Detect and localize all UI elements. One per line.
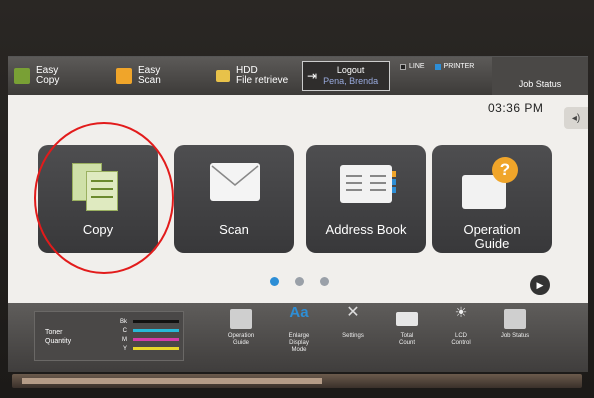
printer-light-icon <box>434 63 441 70</box>
toner-quantity-panel: Toner Quantity Bk C M Y <box>34 311 184 361</box>
toner-bar <box>133 320 179 323</box>
easy-scan-button[interactable]: Easy Scan <box>116 57 161 95</box>
toner-label-line2: Quantity <box>45 338 72 345</box>
settings-label: Settings <box>342 333 364 339</box>
toner-key: Bk <box>119 318 127 325</box>
line-indicator: LINE <box>400 63 425 70</box>
clock: 03:36 PM <box>488 101 544 115</box>
top-bar: Easy Copy Easy Scan HDD File retrieve ⇥ … <box>8 57 588 95</box>
lcd-control-icon: ☀ <box>454 304 468 320</box>
side-panel-tab[interactable]: ◂) <box>564 107 588 129</box>
address-book-tile[interactable]: Address Book <box>306 145 426 253</box>
easy-scan-icon <box>116 68 132 84</box>
device-bottom-strip <box>22 378 322 384</box>
enlarge-display-icon: Aa <box>289 304 309 321</box>
lcd-control-label: LCD Control <box>451 333 471 346</box>
job-status-shortcut-label: Job Status <box>500 333 530 339</box>
address-book-icon <box>340 165 396 203</box>
easy-copy-icon <box>14 68 30 84</box>
job-status-label: Job Status <box>518 79 562 89</box>
hdd-file-retrieve-button[interactable]: HDD File retrieve <box>216 57 288 95</box>
toner-row-c: C <box>119 326 179 335</box>
toner-bar <box>133 347 179 350</box>
total-count-icon <box>396 312 418 326</box>
address-book-label: Address Book <box>325 222 407 237</box>
toner-row-m: M <box>119 335 179 344</box>
page-dot-1[interactable] <box>270 277 279 286</box>
total-count-button[interactable]: Total Count <box>378 309 436 347</box>
question-icon: ? <box>492 157 518 183</box>
play-icon: ▶ <box>536 279 544 290</box>
line-light-icon <box>400 63 406 70</box>
operation-guide-tile[interactable]: ? Operation Guide <box>432 145 552 253</box>
toner-key: Y <box>122 345 127 352</box>
page-dot-2[interactable] <box>295 277 304 286</box>
job-status-shortcut[interactable]: Job Status <box>486 309 544 340</box>
line-label: LINE <box>409 63 425 70</box>
easy-copy-button[interactable]: Easy Copy <box>14 57 59 95</box>
page-dot-3[interactable] <box>320 277 329 286</box>
toner-bar <box>133 329 179 332</box>
logout-label: Logout <box>336 65 365 75</box>
toner-key: C <box>122 327 127 334</box>
bottom-bar: Toner Quantity Bk C M Y Operation Guide … <box>8 303 588 372</box>
status-lights: LINE PRINTER <box>400 63 484 70</box>
toner-row-y: Y <box>119 344 179 353</box>
easy-copy-label: Easy Copy <box>36 65 60 86</box>
toner-bar <box>133 338 179 341</box>
file-retrieve-label: File retrieve <box>236 75 289 86</box>
envelope-icon <box>210 163 260 201</box>
toner-label-line1: Toner <box>45 329 63 336</box>
logout-button[interactable]: ⇥ Logout Pena, Brenda <box>302 61 390 91</box>
enlarge-display-mode-button[interactable]: Aa Enlarge Display Mode <box>270 304 328 354</box>
operation-guide-shortcut-label: Operation Guide <box>227 333 255 346</box>
logged-in-user: Pena, Brenda <box>323 76 379 86</box>
folder-icon <box>216 70 230 82</box>
page-indicator <box>270 277 345 286</box>
toner-label: Toner Quantity <box>45 328 71 346</box>
printer-label: PRINTER <box>443 63 475 70</box>
toner-row-bk: Bk <box>119 317 179 326</box>
job-status-icon <box>504 309 526 329</box>
next-page-button[interactable]: ▶ <box>530 275 550 295</box>
annotation-circle <box>34 122 174 274</box>
operation-guide-shortcut[interactable]: Operation Guide <box>212 309 270 347</box>
scan-label: Scan <box>219 222 249 237</box>
settings-icon: ✕ <box>346 304 360 321</box>
job-status-button[interactable]: Job Status <box>492 57 588 95</box>
easy-scan-label: Easy Scan <box>138 65 161 86</box>
total-count-label: Total Count <box>398 333 415 346</box>
speaker-icon: ◂) <box>571 112 581 124</box>
enlarge-display-label: Enlarge Display Mode <box>288 333 310 353</box>
logout-icon: ⇥ <box>307 69 318 83</box>
settings-button[interactable]: ✕ Settings <box>324 304 382 340</box>
toner-levels: Bk C M Y <box>119 317 179 353</box>
toner-key: M <box>122 336 127 343</box>
operation-guide-icon <box>230 309 252 329</box>
operation-guide-label: Operation Guide <box>463 222 521 251</box>
scan-tile[interactable]: Scan <box>174 145 294 253</box>
lcd-control-button[interactable]: ☀ LCD Control <box>432 304 490 347</box>
printer-indicator: PRINTER <box>434 63 475 70</box>
